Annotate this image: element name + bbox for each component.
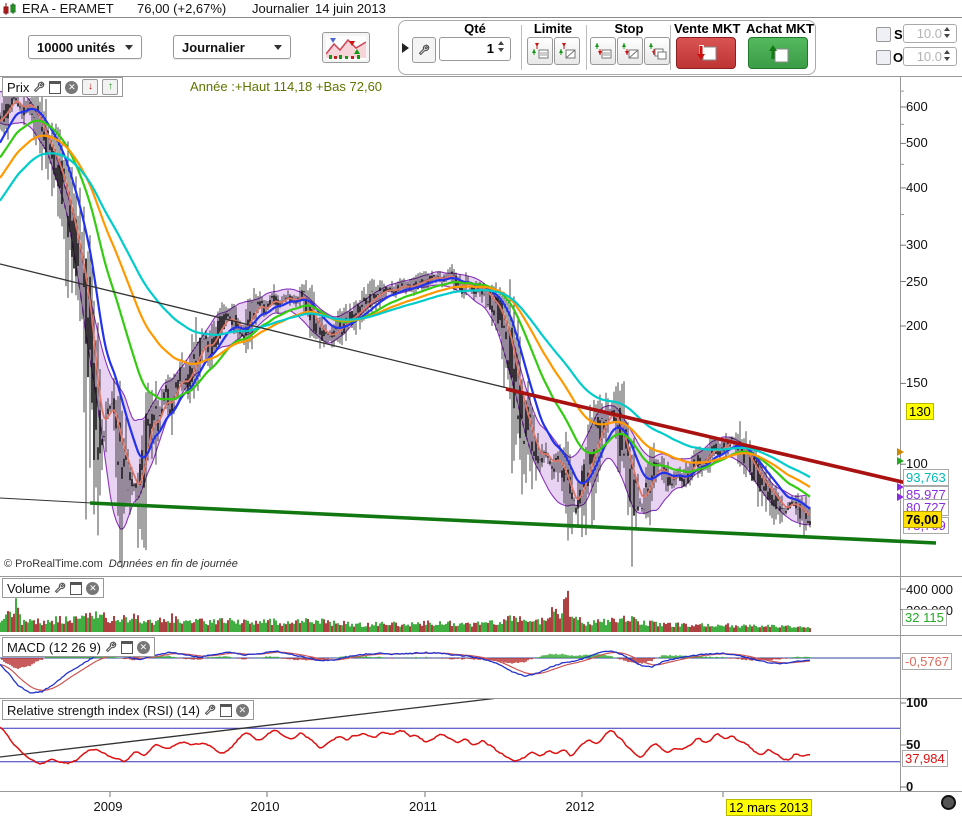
separator: [586, 25, 587, 70]
sell-market-icon: [693, 43, 719, 63]
copyright-text: © ProRealTime.com: [4, 558, 103, 570]
period-dropdown[interactable]: Journalier: [173, 35, 291, 59]
macd-panel-header: MACD (12 26 9) ✕: [2, 637, 155, 657]
copyright-note: © ProRealTime.com Données en fin de journ…: [4, 558, 238, 570]
buy-market-icon: [765, 43, 791, 63]
units-dropdown[interactable]: 10000 unités: [28, 35, 142, 59]
s-value: 10.0: [917, 26, 942, 41]
stop-order-button-3[interactable]: [644, 37, 670, 65]
stop-checkbox[interactable]: [876, 27, 891, 42]
year-high-low-info: Année :+Haut 114,18 +Bas 72,60: [190, 79, 382, 94]
last-price: 76,00 (+2,67%): [137, 1, 226, 16]
volume-panel-title: Volume: [7, 581, 50, 596]
stop-order-button-1[interactable]: [590, 37, 616, 65]
trading-app: 60050040030025020015010013093,76385,9778…: [0, 0, 962, 820]
stop-label: Stop: [590, 21, 668, 36]
price-panel-title: Prix: [7, 80, 29, 95]
units-dropdown-value: 10000 unités: [37, 40, 115, 55]
date-label: 14 juin 2013: [315, 1, 386, 16]
chevron-down-icon: [125, 45, 133, 50]
period-dropdown-value: Journalier: [182, 40, 245, 55]
o-stepper[interactable]: [944, 50, 950, 61]
wrench-icon[interactable]: [54, 582, 66, 594]
buy-market-button[interactable]: [748, 37, 808, 69]
stop-order-3-icon: [647, 41, 667, 61]
buy-arrow-icon[interactable]: ↑: [102, 79, 118, 95]
timeframe-label: Journalier: [252, 1, 309, 16]
stop-order-icon: [593, 41, 613, 61]
limit-order-button-2[interactable]: [554, 37, 580, 65]
objective-checkbox[interactable]: [876, 50, 891, 65]
close-icon[interactable]: ✕: [86, 582, 99, 595]
buy-market-label: Achat MKT: [746, 21, 808, 36]
o-label: O: [893, 50, 903, 65]
wrench-icon[interactable]: [204, 704, 216, 716]
collapse-arrow-icon[interactable]: [402, 43, 409, 53]
limit-order-button-1[interactable]: [527, 37, 553, 65]
sell-market-label: Vente MKT: [674, 21, 736, 36]
price-panel-header: Prix ✕ ↓ ↑: [2, 77, 123, 97]
o-value: 10.0: [917, 49, 942, 64]
limit-order-icon: [530, 41, 550, 61]
symbol-name: ERA - ERAMET: [22, 1, 114, 16]
title-bar: ERA - ERAMET 76,00 (+2,67%) Journalier 1…: [0, 0, 962, 18]
close-icon[interactable]: ✕: [236, 704, 249, 717]
detach-window-icon[interactable]: [220, 704, 232, 717]
qty-label: Qté: [439, 21, 511, 36]
s-stepper[interactable]: [944, 27, 950, 38]
sell-market-button[interactable]: [676, 37, 736, 69]
wrench-icon[interactable]: [105, 641, 117, 653]
rsi-panel-header: Relative strength index (RSI) (14) ✕: [2, 700, 254, 720]
chart-canvas[interactable]: [0, 0, 962, 820]
stop-order-button-2[interactable]: [617, 37, 643, 65]
go-to-last-button[interactable]: [941, 795, 956, 810]
quantity-value: 1: [487, 41, 494, 56]
rsi-panel-title: Relative strength index (RSI) (14): [7, 703, 200, 718]
sell-arrow-icon[interactable]: ↓: [82, 79, 98, 95]
data-note-text: Données en fin de journée: [109, 558, 238, 570]
order-panel: Qté 1 Limite Stop: [398, 20, 816, 75]
close-icon[interactable]: ✕: [65, 81, 78, 94]
detach-window-icon[interactable]: [49, 81, 61, 94]
separator: [670, 25, 671, 70]
macd-panel-title: MACD (12 26 9): [7, 640, 101, 655]
quantity-stepper[interactable]: [498, 41, 504, 52]
limit-order-2-icon: [557, 41, 577, 61]
chevron-down-icon: [274, 45, 282, 50]
order-settings-button[interactable]: [412, 37, 436, 63]
volume-panel-header: Volume ✕: [2, 578, 104, 598]
instrument-candle-icon: [3, 3, 17, 15]
chart-style-icon: [326, 36, 366, 60]
chart-style-button[interactable]: [322, 32, 370, 63]
stop-order-2-icon: [620, 41, 640, 61]
close-icon[interactable]: ✕: [137, 641, 150, 654]
limit-label: Limite: [525, 21, 581, 36]
detach-window-icon[interactable]: [121, 641, 133, 654]
wrench-icon: [418, 44, 430, 56]
wrench-icon[interactable]: [33, 81, 45, 93]
detach-window-icon[interactable]: [70, 582, 82, 595]
s-label: S: [894, 27, 903, 42]
separator: [521, 25, 522, 70]
